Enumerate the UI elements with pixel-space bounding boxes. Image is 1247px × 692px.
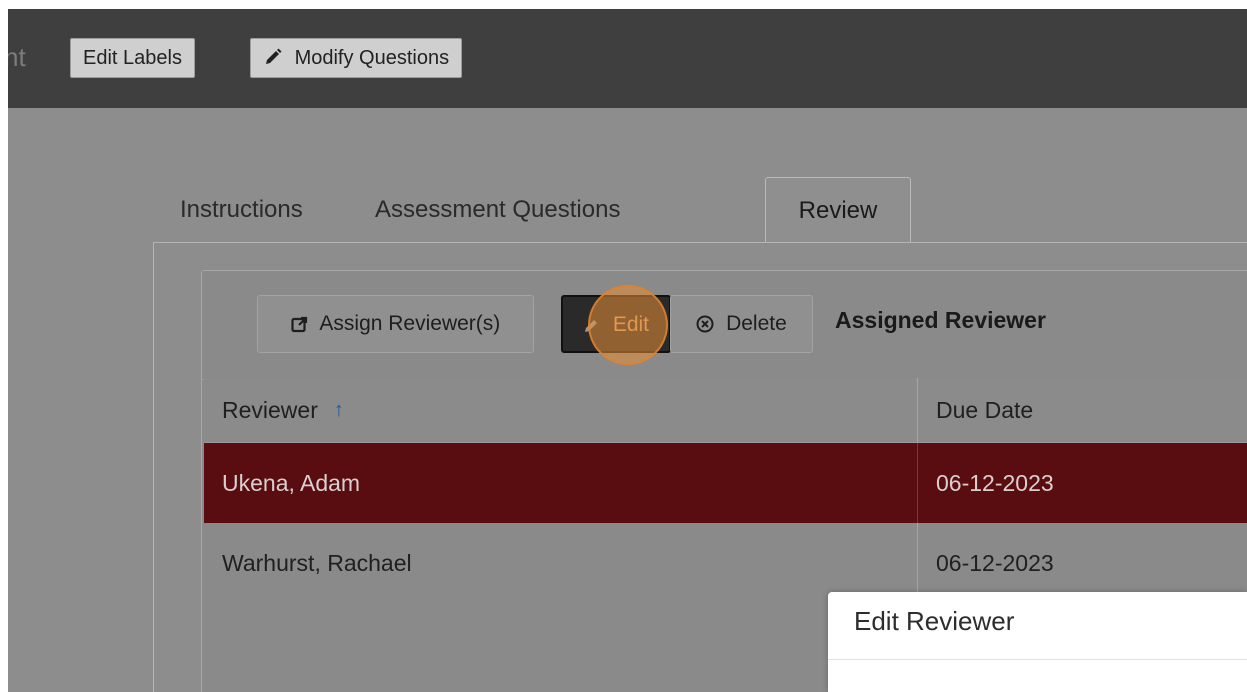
edit-label: Edit	[612, 313, 650, 336]
table-row[interactable]: Ukena, Adam 06-12-2023	[204, 443, 1247, 523]
reviewer-panel-header: Assign Reviewer(s) Edit Delete Assigned …	[202, 271, 1247, 380]
dialog-title: Edit Reviewer	[854, 606, 1015, 636]
app-stage: nt Edit Labels Modify Questions Instruct…	[8, 9, 1247, 692]
modify-questions-label: Modify Questions	[294, 47, 450, 69]
assigned-reviewer-title: Assigned Reviewer	[835, 307, 1046, 333]
due-date-cell: 06-12-2023	[936, 549, 1054, 576]
table-header: Reviewer ↑ Due Date	[204, 378, 1247, 444]
top-toolbar: nt Edit Labels Modify Questions	[8, 9, 1247, 108]
dialog-divider	[828, 659, 1247, 660]
pencil-icon	[263, 42, 283, 80]
sort-ascending-icon[interactable]: ↑	[334, 399, 344, 422]
assign-reviewers-button[interactable]: Assign Reviewer(s)	[257, 295, 534, 353]
tab-instructions-label: Instructions	[180, 196, 303, 223]
tab-review-label: Review	[798, 197, 878, 224]
edit-labels-button[interactable]: Edit Labels	[70, 38, 195, 78]
tab-assessment-questions-label: Assessment Questions	[375, 196, 621, 223]
reviewer-cell: Warhurst, Rachael	[204, 523, 918, 603]
reviewer-cell: Ukena, Adam	[204, 443, 918, 523]
table-row[interactable]: Warhurst, Rachael 06-12-2023	[204, 523, 1247, 603]
reviewer-header-label: Reviewer	[222, 396, 318, 423]
reviewer-column-header[interactable]: Reviewer ↑	[204, 378, 918, 442]
tab-review[interactable]: Review	[765, 177, 911, 243]
edit-reviewer-dialog: Edit Reviewer	[828, 592, 1247, 692]
edit-labels-label: Edit Labels	[83, 47, 182, 69]
delete-label: Delete	[726, 312, 787, 335]
tab-bar: Instructions Assessment Questions Review	[153, 177, 1247, 243]
edit-button[interactable]: Edit	[561, 295, 671, 353]
assign-reviewers-label: Assign Reviewer(s)	[319, 312, 501, 335]
tab-divider	[153, 242, 1247, 243]
modify-questions-button[interactable]: Modify Questions	[250, 38, 463, 80]
page-title-fragment: nt	[8, 42, 26, 72]
share-icon	[291, 299, 309, 355]
tab-assessment-questions[interactable]: Assessment Questions	[375, 177, 620, 243]
tab-instructions[interactable]: Instructions	[180, 177, 303, 243]
due-date-column-header[interactable]: Due Date	[918, 378, 1247, 442]
delete-button[interactable]: Delete	[670, 295, 813, 353]
due-date-cell: 06-12-2023	[936, 469, 1054, 496]
tab-content-border	[153, 242, 154, 692]
pencil-icon	[583, 300, 601, 356]
close-circle-icon	[696, 299, 714, 355]
due-date-header-label: Due Date	[936, 396, 1034, 423]
